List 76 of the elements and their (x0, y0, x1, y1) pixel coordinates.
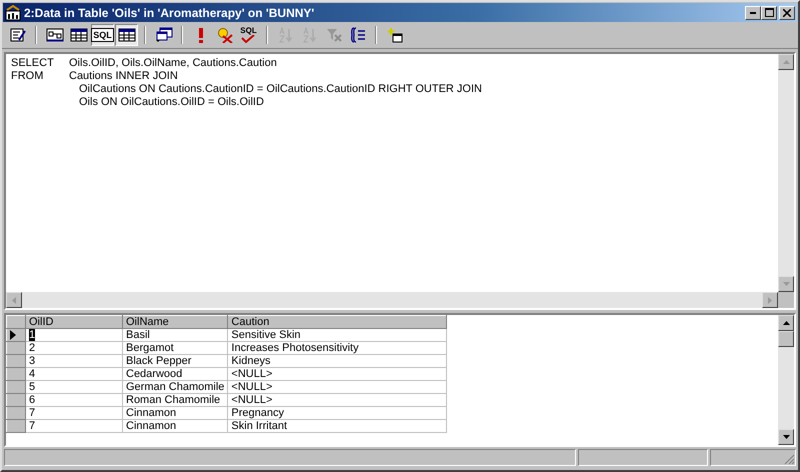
table-cell[interactable]: 2 (26, 342, 122, 354)
grid-icon (70, 28, 88, 42)
results-button[interactable] (115, 24, 138, 46)
sql-code: Oils.OilID, Oils.OilName, Cautions.Caution (69, 57, 277, 70)
table-cell[interactable]: 4 (26, 368, 122, 380)
table-cell[interactable]: <NULL> (228, 380, 447, 394)
table-cell[interactable]: Roman Chamomile (122, 394, 228, 406)
scroll-down-button[interactable] (778, 276, 794, 292)
table-cell[interactable]: 1 (26, 328, 122, 342)
table-cell[interactable]: <NULL> (228, 394, 447, 406)
sql-label: SQL (240, 27, 257, 35)
table-cell[interactable]: 6 (26, 394, 122, 406)
column-header[interactable]: Caution (228, 316, 447, 328)
table-cell[interactable]: Cedarwood (122, 368, 228, 380)
sql-code: Oils ON OilCautions.OilID = Oils.OilID (79, 96, 264, 109)
table-cell[interactable]: Pregnancy (228, 406, 447, 420)
sql-code: OilCautions ON Cautions.CautionID = OilCautions.CautionID RIGHT OUTER JOIN (79, 83, 482, 96)
maximize-button[interactable] (761, 6, 777, 20)
exclamation-icon (198, 27, 204, 43)
group-by-icon (350, 27, 366, 43)
sql-keyword: SELECT (11, 57, 55, 70)
table-cell[interactable]: Cinnamon (122, 406, 228, 420)
table-cell[interactable]: 7 (26, 406, 122, 420)
table-cell[interactable]: Black Pepper (122, 354, 228, 368)
diagram-icon (46, 28, 64, 42)
scrollbar-corner (778, 292, 794, 308)
table-cell[interactable]: 7 (26, 420, 122, 432)
minimize-button[interactable] (745, 6, 761, 20)
vertical-scrollbar[interactable] (778, 54, 794, 292)
scroll-down-button[interactable] (778, 429, 794, 445)
table-cell[interactable]: 3 (26, 354, 122, 368)
check-icon (241, 35, 256, 43)
close-icon (783, 8, 791, 16)
windows-icon (154, 27, 172, 43)
up-arrow-icon (782, 321, 790, 325)
maximize-icon (764, 8, 774, 17)
add-table-icon (386, 27, 402, 43)
down-arrow-icon (782, 282, 790, 286)
row-header[interactable] (6, 328, 26, 342)
sql-editor[interactable]: SELECT Oils.OilID, Oils.OilName, Cautions.Caution FROM Cautions INNER JOIN OilCautions ON Cautions.CautionID = OilCautions.CautionID RIGHT OUTER JOIN Oils ON OilCautions.OilID = Oils.OilID (6, 54, 778, 292)
left-arrow-icon (12, 296, 16, 304)
scroll-thumb[interactable] (778, 331, 794, 347)
scroll-up-button[interactable] (778, 54, 794, 70)
column-header[interactable]: OilID (26, 316, 122, 328)
close-button[interactable] (779, 6, 795, 20)
app-icon (5, 4, 21, 20)
table-cell[interactable]: Skin Irritant (228, 420, 447, 432)
sql-button[interactable]: SQL (91, 24, 114, 46)
current-row-icon (10, 330, 16, 340)
table-cell[interactable]: German Chamomile (122, 380, 228, 394)
sql-code: Cautions INNER JOIN (69, 70, 178, 83)
properties-icon (10, 27, 26, 43)
minimize-icon (750, 12, 756, 14)
clear-icon (216, 27, 232, 43)
up-arrow-icon (782, 60, 790, 64)
table-cell[interactable]: Increases Photosensitivity (228, 342, 447, 354)
vertical-scrollbar[interactable] (778, 315, 794, 445)
table-cell[interactable]: <NULL> (228, 368, 447, 380)
horizontal-scrollbar[interactable] (6, 292, 794, 308)
scroll-left-button[interactable] (6, 292, 22, 308)
header-corner (6, 316, 26, 328)
table-cell[interactable]: Sensitive Skin (228, 328, 447, 342)
scroll-right-button[interactable] (762, 292, 778, 308)
window-title: 2:Data in Table 'Oils' in 'Aromatherapy' on 'BUNNY' (24, 6, 316, 20)
filter-icon (326, 27, 342, 43)
table-cell[interactable]: Bergamot (122, 342, 228, 354)
right-arrow-icon (768, 296, 772, 304)
scroll-up-button[interactable] (778, 315, 794, 331)
grid-icon (118, 28, 136, 42)
table-cell[interactable]: Basil (122, 328, 228, 342)
table-cell[interactable]: Kidneys (228, 354, 447, 368)
down-arrow-icon (782, 435, 790, 439)
table-cell[interactable]: 5 (26, 380, 122, 394)
table-cell[interactable]: Cinnamon (122, 420, 228, 432)
sql-keyword: FROM (11, 70, 44, 83)
column-header[interactable]: OilName (122, 316, 228, 328)
